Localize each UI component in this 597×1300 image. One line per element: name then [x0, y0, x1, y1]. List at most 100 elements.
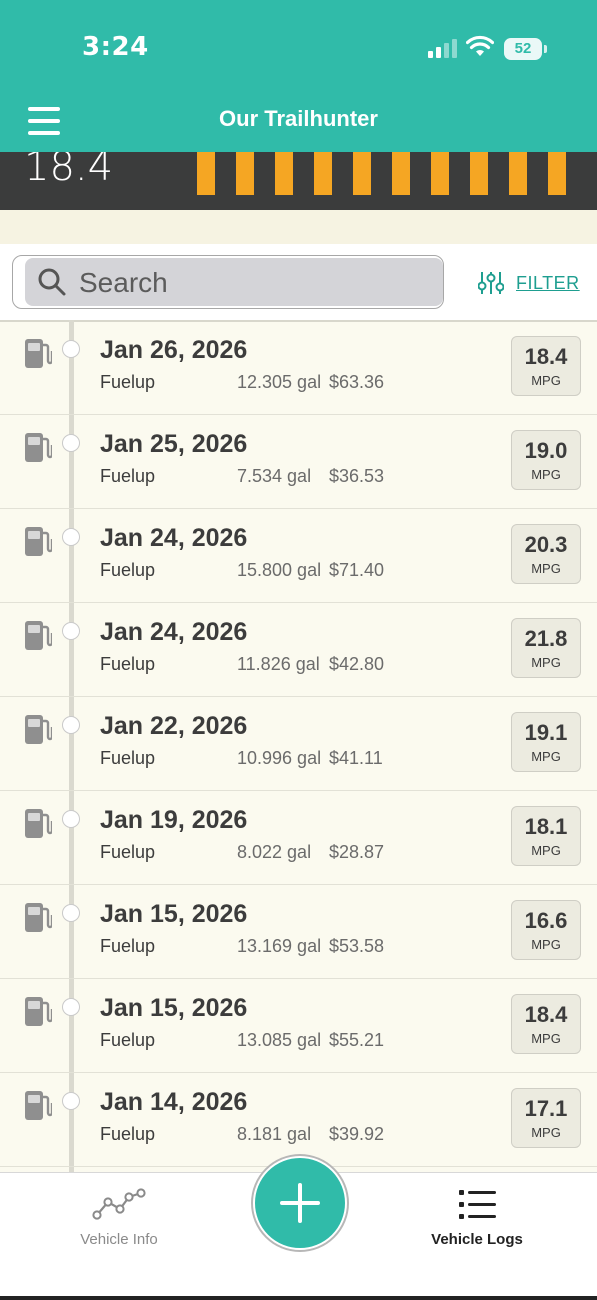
log-row[interactable]: Jan 24, 2026 Fuelup 15.800 gal $71.40 20…	[0, 508, 597, 603]
summary-mpg-value: 18.4	[24, 152, 114, 190]
mpg-badge: 16.6 MPG	[511, 900, 581, 960]
timeline-dot	[62, 716, 80, 734]
plus-icon	[280, 1183, 320, 1223]
search-input[interactable]	[77, 263, 421, 303]
log-date: Jan 24, 2026	[100, 524, 248, 552]
timeline-dot	[62, 904, 80, 922]
tab-vehicle-logs[interactable]: Vehicle Logs	[397, 1187, 557, 1257]
timeline-dot	[62, 810, 80, 828]
stripe-pattern	[197, 152, 569, 195]
log-date: Jan 26, 2026	[100, 336, 248, 364]
cellular-signal-icon	[428, 39, 457, 58]
mpg-badge: 17.1 MPG	[511, 1088, 581, 1148]
mpg-value: 17.1	[524, 1096, 568, 1121]
mpg-unit: MPG	[531, 655, 561, 670]
mpg-value: 21.8	[524, 626, 568, 651]
log-type: Fuelup	[100, 560, 156, 580]
log-gallons: 12.305 gal	[237, 372, 322, 392]
log-row[interactable]: Jan 15, 2026 Fuelup 13.085 gal $55.21 18…	[0, 978, 597, 1073]
mpg-value: 18.4	[524, 1002, 568, 1027]
log-type: Fuelup	[100, 654, 156, 674]
log-type: Fuelup	[100, 1030, 156, 1050]
log-type: Fuelup	[100, 842, 156, 862]
log-date: Jan 24, 2026	[100, 618, 248, 646]
mpg-value: 20.3	[524, 532, 568, 557]
fuel-pump-icon	[25, 621, 52, 650]
battery-indicator: 52	[504, 38, 547, 60]
search-bar: FILTER	[0, 244, 597, 322]
log-date: Jan 14, 2026	[100, 1088, 248, 1116]
fuel-pump-icon	[25, 997, 52, 1026]
line-chart-icon	[92, 1188, 146, 1220]
timeline-dot	[62, 622, 80, 640]
mpg-badge: 19.1 MPG	[511, 712, 581, 772]
log-date: Jan 19, 2026	[100, 806, 248, 834]
fuel-pump-icon	[25, 527, 52, 556]
log-cost: $53.58	[329, 936, 385, 956]
search-field[interactable]	[12, 255, 444, 309]
search-icon	[38, 268, 66, 296]
mpg-unit: MPG	[531, 561, 561, 576]
log-date: Jan 25, 2026	[100, 430, 248, 458]
log-row[interactable]: Jan 24, 2026 Fuelup 11.826 gal $42.80 21…	[0, 602, 597, 697]
log-cost: $41.11	[329, 748, 383, 768]
status-bar: 3:24 52	[0, 0, 597, 96]
screen-bottom-edge	[0, 1296, 597, 1300]
log-cost: $42.80	[329, 654, 385, 674]
filter-button[interactable]: FILTER	[478, 268, 580, 298]
fuel-pump-icon	[25, 903, 52, 932]
log-gallons: 13.085 gal	[237, 1030, 322, 1050]
mpg-summary-band: 18.4	[0, 152, 597, 210]
add-log-button[interactable]	[253, 1156, 347, 1250]
log-type: Fuelup	[100, 748, 156, 768]
log-type: Fuelup	[100, 372, 156, 392]
log-gallons: 7.534 gal	[237, 466, 312, 486]
fuel-pump-icon	[25, 339, 52, 368]
fuel-pump-icon	[25, 433, 52, 462]
mpg-unit: MPG	[531, 749, 561, 764]
fuel-pump-icon	[25, 1091, 52, 1120]
timeline-dot	[62, 434, 80, 452]
mpg-value: 19.0	[524, 438, 568, 463]
tab-vehicle-logs-label: Vehicle Logs	[431, 1231, 523, 1248]
log-type: Fuelup	[100, 936, 156, 956]
log-row[interactable]: Jan 26, 2026 Fuelup 12.305 gal $63.36 18…	[0, 320, 597, 415]
mpg-unit: MPG	[531, 1031, 561, 1046]
search-field-inner	[25, 258, 443, 306]
log-gallons: 8.181 gal	[237, 1124, 312, 1144]
status-time: 3:24	[82, 32, 149, 62]
wifi-icon	[466, 35, 494, 56]
timeline-dot	[62, 340, 80, 358]
mpg-unit: MPG	[531, 1125, 561, 1140]
timeline-dot	[62, 1092, 80, 1110]
app-screen: 3:24 52 Our Trailhunter 18.4 Search FILT…	[0, 0, 597, 1300]
log-gallons: 10.996 gal	[237, 748, 322, 768]
fuel-pump-icon	[25, 715, 52, 744]
list-icon	[459, 1190, 496, 1219]
timeline-dot	[62, 528, 80, 546]
log-cost: $55.21	[329, 1030, 385, 1050]
log-row[interactable]: Jan 14, 2026 Fuelup 8.181 gal $39.92 17.…	[0, 1072, 597, 1167]
divider-strip	[0, 210, 597, 244]
mpg-badge: 21.8 MPG	[511, 618, 581, 678]
mpg-unit: MPG	[531, 937, 561, 952]
log-cost: $28.87	[329, 842, 385, 862]
mpg-unit: MPG	[531, 373, 561, 388]
log-row[interactable]: Jan 22, 2026 Fuelup 10.996 gal $41.11 19…	[0, 696, 597, 791]
timeline-dot	[62, 998, 80, 1016]
log-row[interactable]: Jan 25, 2026 Fuelup 7.534 gal $36.53 19.…	[0, 414, 597, 509]
log-gallons: 15.800 gal	[237, 560, 322, 580]
log-gallons: 13.169 gal	[237, 936, 322, 956]
log-row[interactable]: Jan 19, 2026 Fuelup 8.022 gal $28.87 18.…	[0, 790, 597, 885]
log-date: Jan 15, 2026	[100, 900, 248, 928]
log-row[interactable]: Jan 15, 2026 Fuelup 13.169 gal $53.58 16…	[0, 884, 597, 979]
sliders-icon	[478, 272, 504, 294]
page-title: Our Trailhunter	[219, 106, 378, 131]
tab-vehicle-info[interactable]: Vehicle Info	[39, 1187, 199, 1257]
fuel-pump-icon	[25, 809, 52, 838]
mpg-badge: 18.1 MPG	[511, 806, 581, 866]
filter-label: FILTER	[516, 272, 580, 293]
log-date: Jan 15, 2026	[100, 994, 248, 1022]
log-cost: $39.92	[329, 1124, 385, 1144]
mpg-badge: 18.4 MPG	[511, 336, 581, 396]
